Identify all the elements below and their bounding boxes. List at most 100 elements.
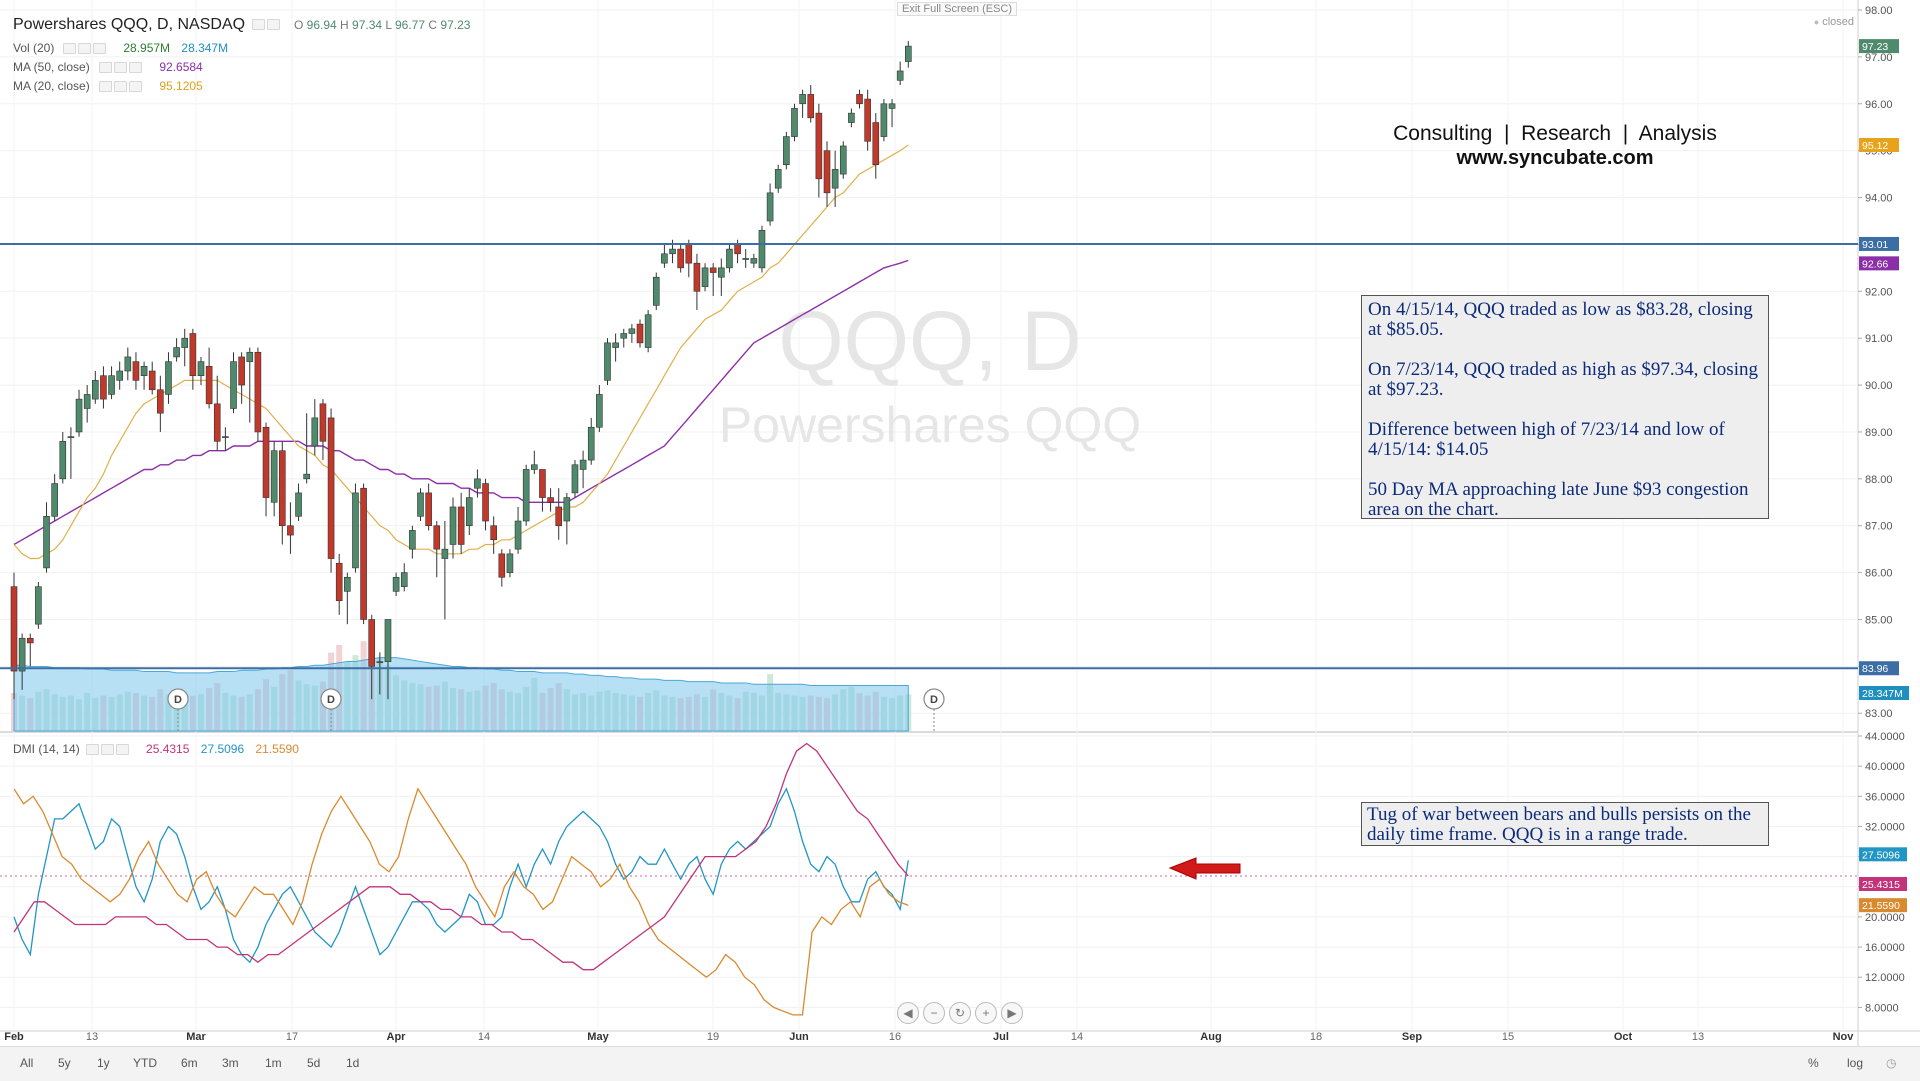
watermark-symbol: QQQ, D bbox=[778, 294, 1081, 388]
percent-toggle[interactable]: % bbox=[1808, 1056, 1819, 1070]
price-tick-label: 94.00 bbox=[1865, 193, 1893, 205]
range-5y[interactable]: 5y bbox=[58, 1056, 71, 1070]
candle-body bbox=[831, 169, 839, 189]
dmi-tick-label: 16.0000 bbox=[1865, 942, 1905, 954]
candle-body bbox=[67, 436, 75, 438]
candle-body bbox=[604, 342, 611, 381]
candle-body bbox=[400, 572, 408, 587]
candle-body bbox=[465, 497, 473, 527]
time-tick-label: 14 bbox=[1071, 1031, 1083, 1043]
time-tick-label: 19 bbox=[707, 1031, 719, 1043]
eye-icon bbox=[63, 43, 76, 55]
price-tick-label: 96.00 bbox=[1865, 99, 1893, 111]
reset-button[interactable]: ↻ bbox=[949, 1002, 971, 1024]
candle-body bbox=[547, 497, 554, 503]
close-icon[interactable] bbox=[266, 19, 280, 31]
candle-body bbox=[287, 525, 294, 536]
candle-body bbox=[506, 553, 514, 573]
candle-body bbox=[368, 619, 376, 667]
zoom-out-button[interactable]: − bbox=[923, 1002, 945, 1024]
range-3m[interactable]: 3m bbox=[222, 1056, 239, 1070]
time-tick-label: Oct bbox=[1614, 1031, 1633, 1043]
candle-body bbox=[783, 136, 790, 166]
candle-body bbox=[864, 98, 871, 142]
range-ytd[interactable]: YTD bbox=[133, 1056, 157, 1070]
candle-body bbox=[311, 417, 319, 447]
exit-fullscreen-button[interactable]: Exit Full Screen (ESC) bbox=[897, 2, 1018, 16]
dmi-tick-label: 40.0000 bbox=[1865, 761, 1905, 773]
note-dmi: Tug of war between bears and bulls persi… bbox=[1367, 804, 1751, 845]
time-tick-label: 13 bbox=[86, 1031, 98, 1043]
indicator-vol[interactable]: Vol (20) 28.957M 28.347M bbox=[13, 41, 228, 55]
close-icon bbox=[129, 62, 142, 74]
time-tick-label: Nov bbox=[1833, 1031, 1855, 1043]
range-all[interactable]: All bbox=[20, 1056, 33, 1070]
eye-icon bbox=[99, 81, 112, 93]
candle-body bbox=[327, 417, 335, 559]
candle-body bbox=[51, 483, 58, 517]
price-tick-label: 98.00 bbox=[1865, 5, 1893, 17]
candle-body bbox=[303, 473, 310, 480]
candle-body bbox=[839, 145, 847, 175]
dmi-tick-label: 32.0000 bbox=[1865, 821, 1905, 833]
candle-body bbox=[563, 497, 571, 522]
time-tick-label: 15 bbox=[1502, 1031, 1514, 1043]
scroll-left-button[interactable]: ◀ bbox=[897, 1002, 919, 1024]
range-toolbar: All 5y 1y YTD 6m 3m 1m 5d 1d % log ◷ bbox=[0, 1046, 1920, 1081]
price-tick-label: 87.00 bbox=[1865, 521, 1893, 533]
candle-body bbox=[612, 342, 619, 348]
candle-body bbox=[620, 333, 628, 339]
settings-icon[interactable] bbox=[251, 19, 265, 31]
candle-body bbox=[59, 441, 67, 480]
dmi-tick-label: 44.0000 bbox=[1865, 731, 1905, 743]
settings-icon bbox=[114, 62, 127, 74]
candle-body bbox=[441, 548, 449, 559]
candle-body bbox=[83, 394, 91, 409]
price-level-tag-text: 93.01 bbox=[1862, 239, 1888, 251]
candle-body bbox=[278, 450, 286, 527]
candle-body bbox=[352, 492, 359, 569]
range-6m[interactable]: 6m bbox=[181, 1056, 198, 1070]
candle-body bbox=[197, 361, 205, 376]
candle-body bbox=[482, 483, 489, 522]
zoom-in-button[interactable]: + bbox=[975, 1002, 997, 1024]
range-5d[interactable]: 5d bbox=[307, 1056, 320, 1070]
candle-body bbox=[539, 469, 546, 498]
indicator-dmi[interactable]: DMI (14, 14) 25.4315 27.5096 21.5590 bbox=[13, 742, 299, 756]
candle-body bbox=[726, 248, 733, 269]
candle-body bbox=[872, 122, 880, 166]
candle-body bbox=[531, 464, 538, 470]
candle-body bbox=[246, 351, 254, 362]
range-1m[interactable]: 1m bbox=[265, 1056, 282, 1070]
candle-body bbox=[140, 366, 148, 376]
log-toggle[interactable]: log bbox=[1847, 1056, 1863, 1070]
candle-body bbox=[766, 192, 774, 222]
scroll-right-button[interactable]: ▶ bbox=[1001, 1002, 1023, 1024]
note-low: On 4/15/14, QQQ traded as low as $83.28,… bbox=[1368, 299, 1753, 340]
dmi-tick-label: 8.0000 bbox=[1865, 1002, 1899, 1014]
indicator-ma50[interactable]: MA (50, close) 92.6584 bbox=[13, 60, 203, 74]
time-tick-label: 13 bbox=[1692, 1031, 1704, 1043]
candle-body bbox=[262, 426, 270, 498]
candle-body bbox=[474, 478, 481, 489]
time-tick-label: 17 bbox=[286, 1031, 298, 1043]
time-tick-label: 16 bbox=[889, 1031, 901, 1043]
eye-icon bbox=[85, 744, 99, 756]
candle-body bbox=[205, 366, 213, 405]
dividend-label: D bbox=[174, 694, 182, 706]
candle-body bbox=[165, 361, 172, 395]
settings-icon bbox=[114, 81, 127, 93]
candle-body bbox=[254, 351, 262, 433]
candle-body bbox=[213, 403, 221, 442]
candle-body bbox=[628, 328, 636, 334]
close-icon bbox=[93, 43, 106, 55]
price-tick-label: 86.00 bbox=[1865, 568, 1893, 580]
candle-body bbox=[319, 403, 327, 442]
candle-body bbox=[181, 337, 189, 348]
settings-icon bbox=[78, 43, 91, 55]
range-1d[interactable]: 1d bbox=[346, 1056, 359, 1070]
indicator-ma20[interactable]: MA (20, close) 95.1205 bbox=[13, 79, 203, 93]
clock-icon[interactable]: ◷ bbox=[1886, 1056, 1896, 1070]
range-1y[interactable]: 1y bbox=[97, 1056, 110, 1070]
candle-body bbox=[409, 530, 416, 550]
